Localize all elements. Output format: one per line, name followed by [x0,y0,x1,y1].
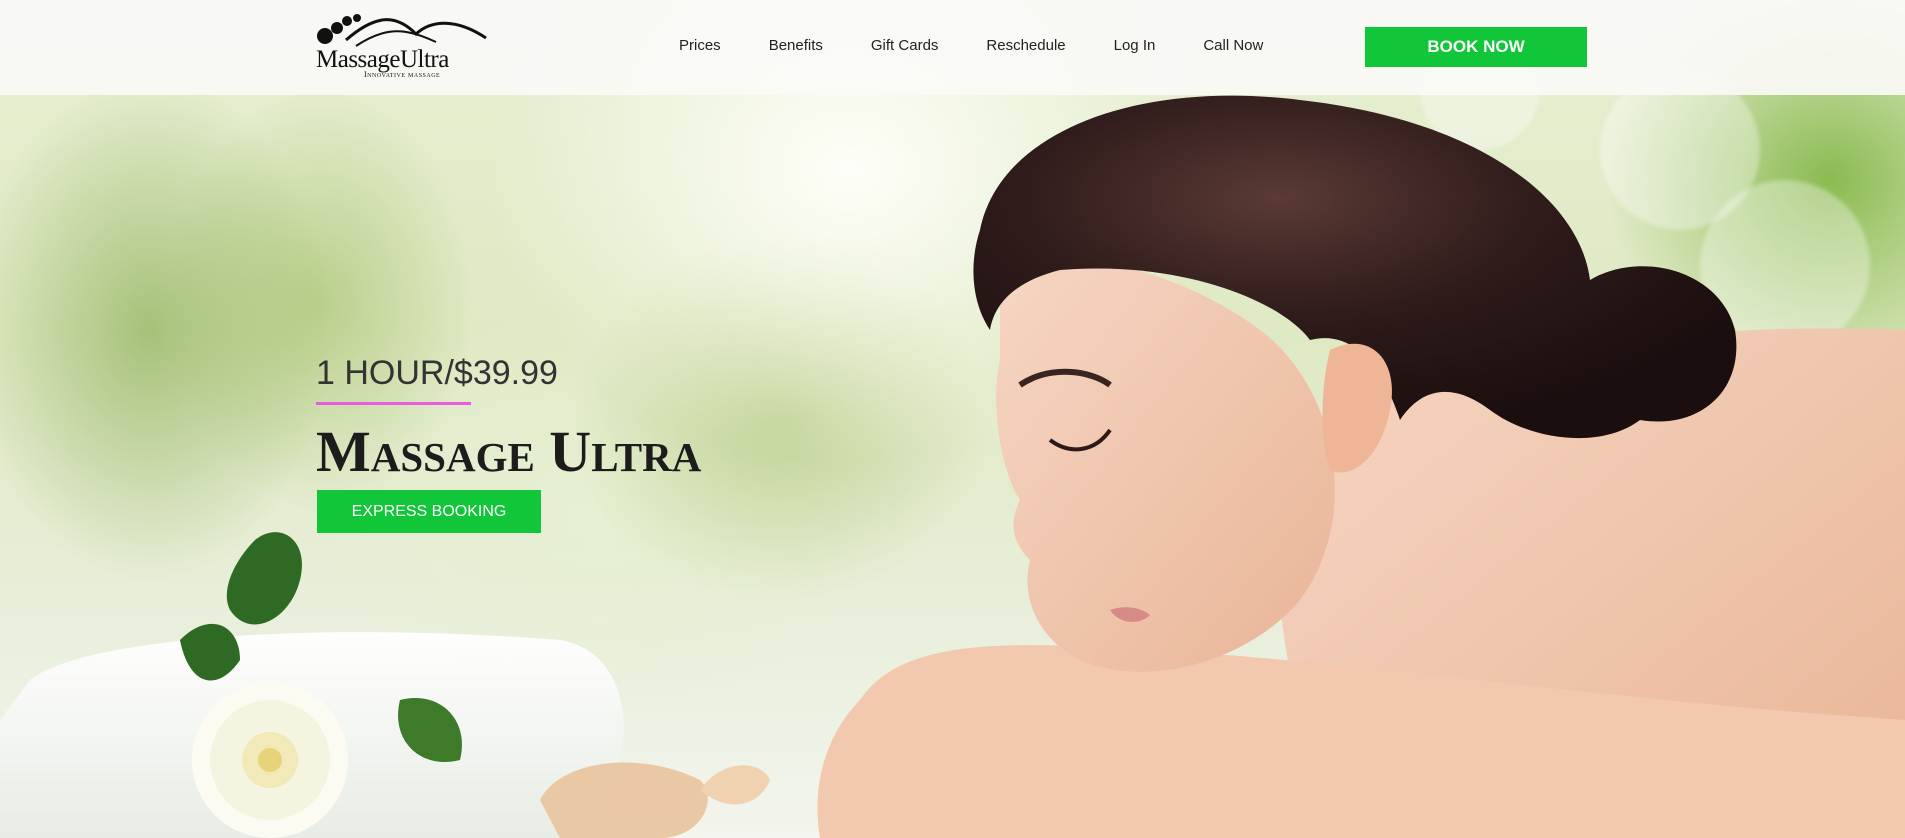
brand-logo[interactable]: MassageUltra Innovative massage [316,12,491,80]
shell-shape [700,765,770,805]
leaf-shape [226,532,302,625]
hero-title: Massage Ultra [316,419,702,484]
hero-photo [0,95,1905,838]
face-shape [996,258,1335,672]
flower-shape [192,682,348,838]
nav-link-prices[interactable]: Prices [679,37,721,57]
site-header: MassageUltra Innovative massage Prices B… [0,0,1905,95]
nav-link-gift-cards[interactable]: Gift Cards [871,37,939,57]
logo-tagline: Innovative massage [364,70,441,79]
nav-link-log-in[interactable]: Log In [1114,37,1156,57]
express-booking-button[interactable]: EXPRESS BOOKING [317,490,541,533]
hero-background [0,0,1905,838]
nav-link-benefits[interactable]: Benefits [769,37,823,57]
logo-stones-icon [317,14,487,47]
nav-link-reschedule[interactable]: Reschedule [986,37,1065,57]
book-now-button[interactable]: BOOK NOW [1365,27,1587,67]
price-heading: 1 HOUR/$39.99 [316,354,558,392]
price-underline-divider [316,402,471,405]
nav-link-call-now[interactable]: Call Now [1203,37,1263,57]
main-nav: Prices Benefits Gift Cards Reschedule Lo… [679,37,1311,57]
